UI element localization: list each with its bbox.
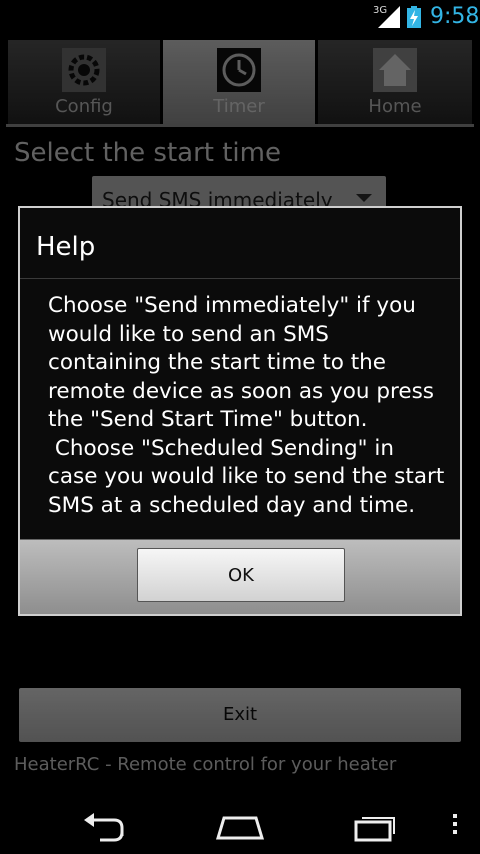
- help-dialog: Help Choose "Send immediately" if you wo…: [18, 206, 462, 616]
- app-footer-text: HeaterRC - Remote control for your heate…: [14, 754, 397, 775]
- section-title: Select the start time: [14, 138, 281, 168]
- home-icon[interactable]: [205, 806, 275, 854]
- tab-config-label: Config: [55, 96, 113, 117]
- dialog-title: Help: [36, 232, 96, 262]
- tab-timer[interactable]: Timer: [163, 40, 315, 124]
- tab-bar: Config Timer Home: [6, 40, 474, 127]
- gear-icon: [62, 48, 106, 92]
- navigation-bar: [0, 806, 480, 854]
- exit-button-label: Exit: [222, 704, 258, 725]
- dialog-divider: [20, 278, 460, 279]
- signal-icon: [378, 6, 400, 28]
- tab-home-label: Home: [368, 96, 422, 117]
- dialog-button-bar: OK: [20, 539, 460, 614]
- clock-icon: [217, 48, 261, 92]
- ok-button-label: OK: [228, 565, 254, 586]
- house-icon: [373, 48, 417, 92]
- menu-icon[interactable]: [445, 806, 465, 854]
- dialog-message: Choose "Send immediately" if you would l…: [48, 293, 445, 518]
- exit-button[interactable]: Exit: [19, 688, 461, 742]
- battery-charging-icon: [407, 6, 421, 28]
- clock: 9:58: [430, 4, 480, 29]
- tab-home[interactable]: Home: [318, 40, 472, 124]
- ok-button[interactable]: OK: [137, 548, 345, 602]
- tab-config[interactable]: Config: [8, 40, 160, 124]
- recent-apps-icon[interactable]: [340, 806, 410, 854]
- back-icon[interactable]: [70, 806, 140, 854]
- chevron-down-icon: [356, 194, 372, 202]
- status-bar: 3G 9:58: [0, 0, 480, 36]
- tab-timer-label: Timer: [213, 96, 265, 117]
